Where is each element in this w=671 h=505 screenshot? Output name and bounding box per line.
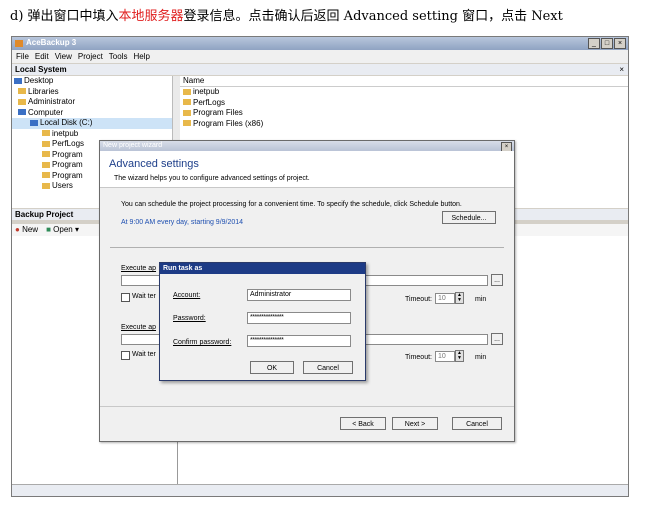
list-item[interactable]: Program Files <box>180 108 628 119</box>
menu-help[interactable]: Help <box>133 50 149 63</box>
password-label: Password: <box>173 315 206 322</box>
open-icon: ■ <box>46 225 51 234</box>
timeout-spinner-1[interactable]: ▲ ▼ <box>455 292 464 304</box>
separator <box>110 247 504 248</box>
menu-bar: File Edit View Project Tools Help <box>12 50 628 63</box>
next-button[interactable]: Next > <box>392 417 438 430</box>
desktop-icon <box>14 77 22 84</box>
panel-close-icon[interactable]: × <box>619 64 624 75</box>
computer-icon <box>18 109 26 116</box>
file-list-header[interactable]: Name <box>180 76 628 87</box>
cancel-button[interactable]: Cancel <box>452 417 502 430</box>
timeout-spinner-2[interactable]: ▲ ▼ <box>455 350 464 362</box>
minimize-icon[interactable]: _ <box>588 38 600 49</box>
folder-icon <box>42 151 50 158</box>
tree-item-local-disk[interactable]: Local Disk (C:) <box>12 118 172 129</box>
schedule-description: You can schedule the project processing … <box>121 201 462 208</box>
tree-item-inetpub[interactable]: inetpub <box>12 129 172 140</box>
tree-item-desktop[interactable]: Desktop <box>12 76 172 87</box>
caption-suffix: 登录信息。点击确认后返回 Advanced setting 窗口，点击 Next <box>183 9 563 24</box>
menu-project[interactable]: Project <box>78 50 103 63</box>
timeout-label-2: Timeout: <box>405 354 432 361</box>
wizard-heading: Advanced settings <box>109 158 199 170</box>
folder-icon <box>42 182 50 189</box>
local-system-header: Local System × <box>12 64 628 75</box>
password-input[interactable]: *************** <box>247 312 351 324</box>
app-logo-icon <box>15 40 23 47</box>
account-label: Account: <box>173 292 201 299</box>
tree-item-administrator[interactable]: Administrator <box>12 97 172 108</box>
list-item[interactable]: inetpub <box>180 87 628 98</box>
local-system-label: Local System <box>15 65 67 74</box>
min-label-2: min <box>475 354 487 361</box>
app-window: AceBackup 3 _ □ × File Edit View Project… <box>11 36 629 497</box>
folder-icon <box>183 120 191 127</box>
folder-icon <box>42 161 50 168</box>
wait-label-1: Wait ter <box>132 293 156 300</box>
open-button[interactable]: ■ Open ▾ <box>46 224 79 236</box>
wizard-subheading: The wizard helps you to configure advanc… <box>114 175 310 182</box>
menu-edit[interactable]: Edit <box>35 50 49 63</box>
schedule-button[interactable]: Schedule... <box>442 211 496 224</box>
wizard-titlebar: New project wizard × <box>100 141 514 152</box>
run-as-title: Run task as <box>160 263 365 274</box>
browse-button-1[interactable]: ... <box>491 274 503 286</box>
wizard-title: New project wizard <box>103 142 163 149</box>
min-label-1: min <box>475 296 487 303</box>
user-icon <box>18 98 26 105</box>
timeout-input-1[interactable]: 10 <box>435 293 455 304</box>
status-bar <box>12 484 628 496</box>
folder-icon <box>183 88 191 95</box>
drive-icon <box>30 119 38 126</box>
timeout-label-1: Timeout: <box>405 296 432 303</box>
confirm-password-input[interactable]: *************** <box>247 335 351 347</box>
menu-view[interactable]: View <box>55 50 72 63</box>
close-icon[interactable]: × <box>614 38 626 49</box>
wizard-header: Advanced settings The wizard helps you t… <box>100 151 514 188</box>
browse-button-2[interactable]: ... <box>491 333 503 345</box>
window-controls: _ □ × <box>588 38 626 49</box>
menu-tools[interactable]: Tools <box>109 50 128 63</box>
list-item[interactable]: Program Files (x86) <box>180 119 628 130</box>
folder-icon <box>42 172 50 179</box>
tree-item-libraries[interactable]: Libraries <box>12 87 172 98</box>
caption-highlight: 本地服务器 <box>118 9 184 24</box>
caption-prefix: d) 弹出窗口中填入 <box>10 9 119 24</box>
execute-before-label: Execute ap <box>121 265 157 272</box>
tree-item-computer[interactable]: Computer <box>12 108 172 119</box>
folder-icon <box>42 140 50 147</box>
back-button[interactable]: < Back <box>340 417 386 430</box>
folder-icon <box>18 88 26 95</box>
folder-icon <box>183 109 191 116</box>
app-titlebar: AceBackup 3 _ □ × <box>12 37 628 50</box>
app-title: AceBackup 3 <box>26 38 77 47</box>
confirm-password-label: Confirm password: <box>173 339 232 346</box>
timeout-input-2[interactable]: 10 <box>435 351 455 362</box>
folder-icon <box>183 99 191 106</box>
list-item[interactable]: PerfLogs <box>180 98 628 109</box>
folder-icon <box>42 130 50 137</box>
instruction-caption: d) 弹出窗口中填入本地服务器登录信息。点击确认后返回 Advanced set… <box>10 6 665 28</box>
wait-checkbox-1[interactable] <box>121 293 130 302</box>
maximize-icon[interactable]: □ <box>601 38 613 49</box>
run-task-as-dialog: Run task as Account: Administrator Passw… <box>159 262 366 381</box>
menu-file[interactable]: File <box>16 50 29 63</box>
backup-project-label: Backup Project <box>15 210 74 219</box>
execute-after-label: Execute ap <box>121 324 157 331</box>
new-icon: ● <box>15 225 20 234</box>
wait-checkbox-2[interactable] <box>121 351 130 360</box>
wait-label-2: Wait ter <box>132 351 156 358</box>
account-input[interactable]: Administrator <box>247 289 351 301</box>
ok-button[interactable]: OK <box>250 361 294 374</box>
new-button[interactable]: ● New <box>15 224 38 236</box>
run-as-cancel-button[interactable]: Cancel <box>303 361 353 374</box>
schedule-link[interactable]: At 9:00 AM every day, starting 9/9/2014 <box>121 219 243 226</box>
